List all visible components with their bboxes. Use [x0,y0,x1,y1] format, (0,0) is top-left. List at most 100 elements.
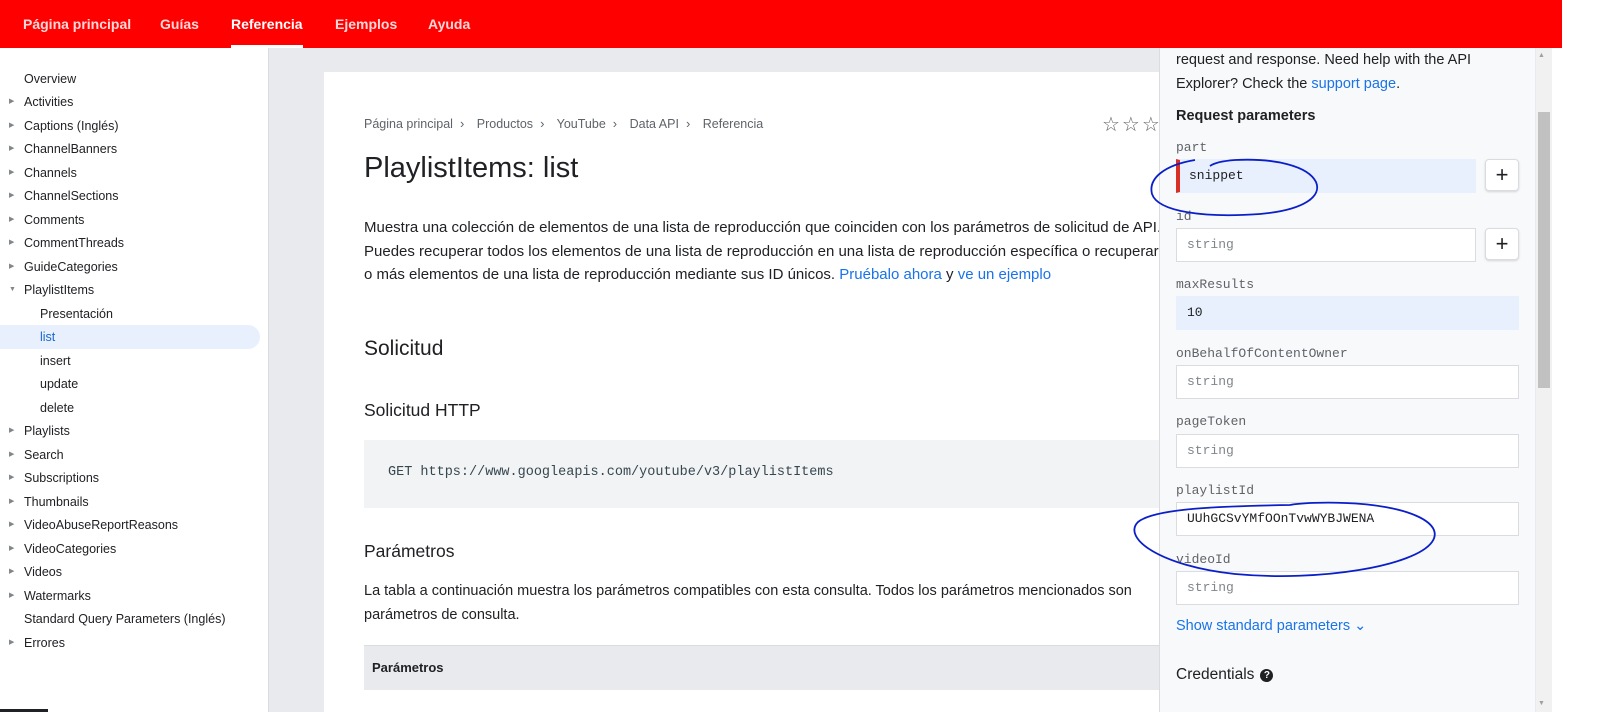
tab-reference[interactable]: Referencia [231,0,303,48]
page-title: PlaylistItems: list [364,152,579,184]
try-it-link[interactable]: Pruébalo ahora [839,266,942,283]
collapse-arrow-icon[interactable]: ▼ [9,278,16,302]
sidebar-item-label: Presentación [40,307,113,321]
breadcrumb-item[interactable]: Página principal [364,117,453,131]
sidebar-item-label: CommentThreads [24,236,125,250]
table-header-cell: Parámetros [372,660,444,675]
http-request-text: GET https://www.googleapis.com/youtube/v… [388,465,834,480]
support-page-link[interactable]: support page [1311,76,1396,92]
chevron-right-icon: › [612,116,618,131]
chevron-right-icon: › [540,116,545,131]
description-text: Muestra una colección de elementos de un… [364,219,1184,283]
scrollbar-thumb[interactable] [1538,112,1550,388]
expand-arrow-icon[interactable]: ▶ [9,490,14,514]
expand-arrow-icon[interactable]: ▶ [9,208,14,232]
expand-arrow-icon[interactable]: ▶ [9,114,14,138]
breadcrumb-item[interactable]: Data API [630,117,679,131]
expand-arrow-icon[interactable]: ▶ [9,584,14,608]
sidebar-item-label: list [40,330,56,344]
breadcrumb: Página principal › Productos › YouTube › Da… [364,116,770,131]
pagetoken-input[interactable]: string [1176,434,1519,468]
param-label-part: part [1176,140,1208,155]
sidebar-item-label: Subscriptions [24,471,100,485]
sidebar-nav: Overview ▶ Activities ▶ Captions (Inglés) … [0,48,269,712]
show-standard-label: Show standard parameters [1176,618,1351,634]
chevron-right-icon: › [459,116,465,131]
sidebar-item-label: Captions (Inglés) [24,119,119,133]
expand-arrow-icon[interactable]: ▶ [9,419,14,443]
top-nav-bar: Página principal Guías Referencia Ejempl… [0,0,1600,48]
breadcrumb-item[interactable]: Productos [477,117,533,131]
page-description: Muestra una colección de elementos de un… [364,216,1184,287]
description-connector: y [941,266,958,283]
expand-arrow-icon[interactable]: ▶ [9,137,14,161]
part-input[interactable]: snippet [1176,159,1476,193]
expand-arrow-icon[interactable]: ▶ [9,231,14,255]
http-request-code-block: GET https://www.googleapis.com/youtube/v… [364,440,1184,508]
section-heading-request: Solicitud [364,337,444,360]
playlistid-input[interactable]: UUhGCSvYMfOOnTvwWYBJWENA [1176,502,1519,536]
sidebar-item-label: Overview [24,72,77,86]
expand-arrow-icon[interactable]: ▶ [9,161,14,185]
scroll-down-arrow-icon[interactable]: ▼ [1538,700,1545,707]
scroll-up-arrow-icon[interactable]: ▲ [1538,52,1545,59]
id-input[interactable]: string [1176,228,1476,262]
example-link[interactable]: ve un ejemplo [958,266,1051,283]
tab-home[interactable]: Página principal [23,0,131,48]
section-heading-http-request: Solicitud HTTP [364,400,481,420]
parameters-table-header: Parámetros [364,645,1184,690]
expand-arrow-icon[interactable]: ▶ [9,443,14,467]
tab-examples[interactable]: Ejemplos [335,0,397,48]
sidebar-item-label: Channels [24,166,77,180]
sidebar-item-label: Videos [24,565,62,579]
param-label-videoid: videoId [1176,552,1231,567]
param-label-playlistid: playlistId [1176,483,1255,498]
tab-guides[interactable]: Guías [160,0,199,48]
videoid-input[interactable]: string [1176,571,1519,605]
expand-arrow-icon[interactable]: ▶ [9,255,14,279]
credentials-title: Credentials [1176,666,1255,683]
sidebar-item-label: Standard Query Parameters (Inglés) [24,612,226,626]
add-part-button[interactable]: + [1485,159,1519,191]
explorer-intro-end: . [1396,76,1401,92]
sidebar-item-label: Activities [24,95,74,109]
sidebar-item-label: insert [40,354,71,368]
chevron-right-icon: › [685,116,691,131]
maxresults-input[interactable]: 10 [1176,296,1519,330]
sidebar-item-label: delete [40,401,75,415]
sidebar-item-label: ChannelBanners [24,142,118,156]
credentials-heading: Credentials? [1176,666,1274,684]
expand-arrow-icon[interactable]: ▶ [9,631,14,655]
window-right-edge [1552,0,1600,712]
sidebar-item-label: VideoCategories [24,542,117,556]
sidebar-item-label: Playlists [24,424,70,438]
show-standard-parameters-button[interactable]: Show standard parameters ⌄ [1176,618,1366,634]
request-parameters-heading: Request parameters [1176,108,1316,124]
add-id-button[interactable]: + [1485,228,1519,260]
breadcrumb-item[interactable]: Referencia [703,117,763,131]
sidebar-item-label: update [40,377,79,391]
sidebar-item-label: Errores [24,636,65,650]
explorer-intro: request and response. Need help with the… [1176,48,1526,96]
parameters-description: La tabla a continuación muestra los pará… [364,583,1132,623]
expand-arrow-icon[interactable]: ▶ [9,537,14,561]
expand-arrow-icon[interactable]: ▶ [9,184,14,208]
sidebar-item-label: ChannelSections [24,189,119,203]
onbehalfofcontentowner-input[interactable]: string [1176,365,1519,399]
sidebar-item-list[interactable]: list [0,325,260,349]
param-label-onbehalfofcontentowner: onBehalfOfContentOwner [1176,346,1348,361]
expand-arrow-icon[interactable]: ▶ [9,466,14,490]
topbar-edge [1552,0,1562,48]
help-icon[interactable]: ? [1260,669,1274,682]
param-label-maxresults: maxResults [1176,277,1255,292]
tab-help[interactable]: Ayuda [428,0,470,48]
expand-arrow-icon[interactable]: ▶ [9,90,14,114]
sidebar-item-label: Comments [24,213,85,227]
chevron-down-icon: ⌄ [1354,618,1367,634]
expand-arrow-icon[interactable]: ▶ [9,560,14,584]
sidebar-item-label: Watermarks [24,589,91,603]
param-label-pagetoken: pageToken [1176,414,1247,429]
breadcrumb-item[interactable]: YouTube [557,117,606,131]
expand-arrow-icon[interactable]: ▶ [9,513,14,537]
section-heading-parameters: Parámetros [364,541,455,561]
